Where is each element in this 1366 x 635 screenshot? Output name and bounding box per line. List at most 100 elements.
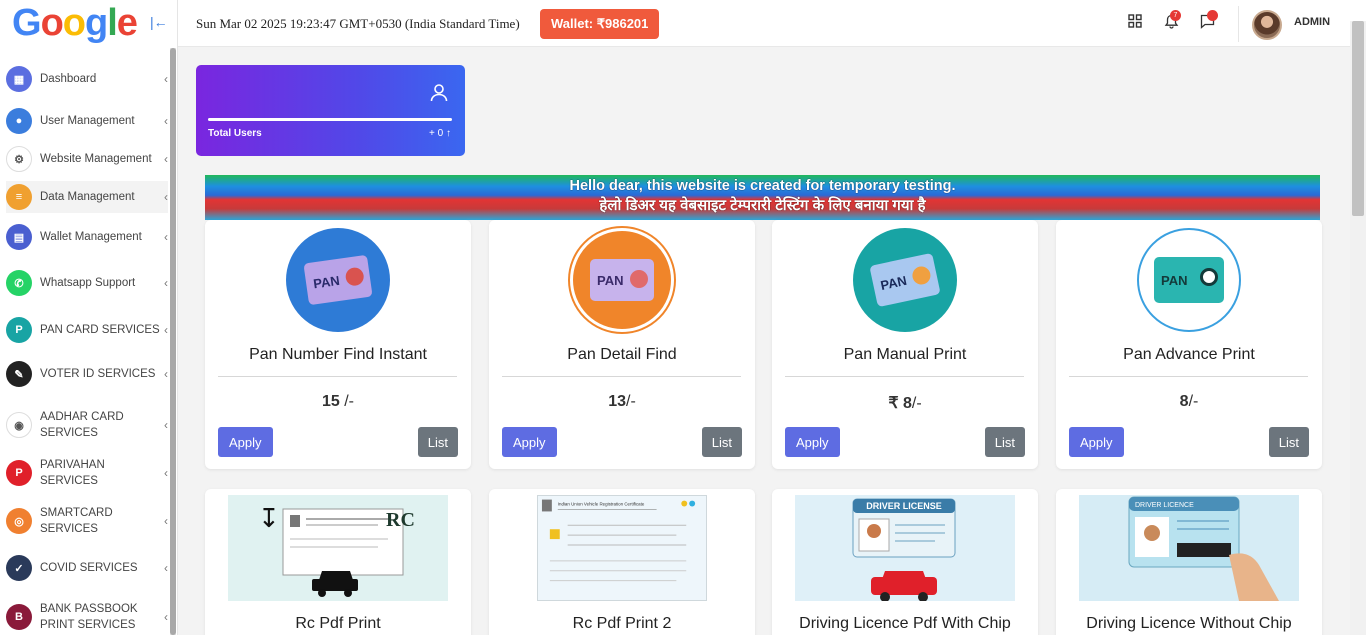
main-content: Total Users + 0 ↑ Hello dear, this websi… xyxy=(178,47,1350,635)
page-scrollbar[interactable] xyxy=(1350,21,1366,635)
chevron-left-icon: ‹ xyxy=(164,610,168,624)
service-card: Indian Union Vehicle Registration Certif… xyxy=(489,489,755,635)
wallet-badge[interactable]: Wallet: ₹986201 xyxy=(540,9,660,39)
sidebar: Google |← ▦ Dashboard ‹ ● User Management ‹ ⚙ W… xyxy=(0,0,178,635)
logo-letter: l xyxy=(107,1,118,44)
stat-label: Total Users xyxy=(208,128,262,139)
voter-icon: ✎ xyxy=(6,361,32,387)
service-title: Pan Detail Find xyxy=(567,346,677,363)
sidebar-item-parivahan-services[interactable]: P PARIVAHAN SERVICES ‹ xyxy=(6,453,168,493)
chevron-left-icon: ‹ xyxy=(164,114,168,128)
service-card: DRIVER LICENCE Driving Licence Without C… xyxy=(1056,489,1322,635)
service-title: Pan Manual Print xyxy=(843,346,967,363)
sidebar-item-aadhar-card-services[interactable]: ◉ AADHAR CARD SERVICES ‹ xyxy=(6,405,168,445)
chevron-left-icon: ‹ xyxy=(164,514,168,528)
driving-licence-chip-image: DRIVER LICENSE xyxy=(795,495,1015,601)
pan-icon: P xyxy=(6,317,32,343)
covid-icon: ✓ xyxy=(6,555,32,581)
apply-button[interactable]: Apply xyxy=(502,427,557,457)
svg-text:Indian Union Vehicle Registrat: Indian Union Vehicle Registration Certif… xyxy=(558,502,645,507)
apply-button[interactable]: Apply xyxy=(1069,427,1124,457)
sidebar-item-dashboard[interactable]: ▦ Dashboard ‹ xyxy=(6,63,168,95)
banner-english: Hello dear, this website is created for … xyxy=(569,178,956,194)
whatsapp-icon: ✆ xyxy=(6,270,32,296)
chevron-left-icon: ‹ xyxy=(164,367,168,381)
chevron-left-icon: ‹ xyxy=(164,190,168,204)
sidebar-item-label: Whatsapp Support xyxy=(40,277,136,289)
service-price: 13/- xyxy=(608,393,636,410)
sidebar-item-label: User Management xyxy=(40,115,135,127)
sidebar-item-label: AADHAR CARD SERVICES xyxy=(40,411,124,439)
service-title: Rc Pdf Print xyxy=(295,615,381,632)
driving-licence-no-chip-image: DRIVER LICENCE xyxy=(1079,495,1299,601)
sidebar-scroll-thumb[interactable] xyxy=(170,48,176,635)
dashboard-icon: ▦ xyxy=(6,66,32,92)
svg-text:DRIVER LICENCE: DRIVER LICENCE xyxy=(1135,502,1194,509)
chevron-left-icon: ‹ xyxy=(164,230,168,244)
top-header: Sun Mar 02 2025 19:23:47 GMT+0530 (India… xyxy=(178,0,1366,47)
sidebar-item-voter-id-services[interactable]: ✎ VOTER ID SERVICES ‹ xyxy=(6,357,168,391)
sidebar-item-wallet-management[interactable]: ▤ Wallet Management ‹ xyxy=(6,221,168,253)
sidebar-item-website-management[interactable]: ⚙ Website Management ‹ xyxy=(6,145,168,173)
service-title: Pan Advance Print xyxy=(1123,346,1255,363)
sidebar-item-user-management[interactable]: ● User Management ‹ xyxy=(6,105,168,137)
service-title: Pan Number Find Instant xyxy=(249,346,427,363)
parivahan-icon: P xyxy=(6,460,32,486)
list-button[interactable]: List xyxy=(984,427,1025,457)
admin-name[interactable]: ADMIN xyxy=(1294,16,1330,28)
service-price: 15 /- xyxy=(321,393,354,410)
pan-card-image: PAN xyxy=(303,254,373,306)
pan-card-image: PAN xyxy=(1154,257,1224,303)
service-title: Driving Licence Pdf With Chip xyxy=(799,615,1011,632)
card-separator xyxy=(218,376,457,377)
announcement-banner: Hello dear, this website is created for … xyxy=(205,175,1320,220)
service-title: Rc Pdf Print 2 xyxy=(572,615,672,632)
apply-button[interactable]: Apply xyxy=(785,427,840,457)
notification-count-badge: 7 xyxy=(1170,10,1181,21)
user-icon: ● xyxy=(6,108,32,134)
service-price: 8/- xyxy=(1179,393,1199,410)
gear-icon: ⚙ xyxy=(6,146,32,172)
service-card: PAN Pan Manual Print ₹ 8/- Apply List xyxy=(772,220,1038,469)
card-separator xyxy=(502,376,741,377)
logo-letter: e xyxy=(116,1,138,44)
sidebar-item-bank-passbook-print-services[interactable]: B BANK PASSBOOK PRINT SERVICES ‹ xyxy=(6,597,168,635)
total-users-card[interactable]: Total Users + 0 ↑ xyxy=(196,65,465,156)
chevron-left-icon: ‹ xyxy=(164,72,168,86)
rc-pdf-2-image: Indian Union Vehicle Registration Certif… xyxy=(537,495,707,601)
svg-text:↧: ↧ xyxy=(258,503,280,533)
data-icon: ≡ xyxy=(6,184,32,210)
pan-find-image: PAN xyxy=(286,228,390,332)
stat-progress-bar xyxy=(208,118,452,121)
list-button[interactable]: List xyxy=(1268,427,1309,457)
sidebar-item-pan-card-services[interactable]: P PAN CARD SERVICES ‹ xyxy=(6,313,168,347)
sidebar-item-data-management[interactable]: ≡ Data Management ‹ xyxy=(6,181,168,213)
logo-text: Google xyxy=(12,1,138,45)
sidebar-item-whatsapp-support[interactable]: ✆ Whatsapp Support ‹ xyxy=(6,267,168,299)
sidebar-item-smartcard-services[interactable]: ◎ SMARTCARD SERVICES ‹ xyxy=(6,501,168,541)
service-price: ₹ 8/- xyxy=(888,395,922,412)
list-button[interactable]: List xyxy=(701,427,742,457)
pan-card-image: PAN xyxy=(869,252,941,308)
sidebar-item-covid-services[interactable]: ✓ COVID SERVICES ‹ xyxy=(6,551,168,585)
page-scroll-thumb[interactable] xyxy=(1352,21,1364,216)
bank-icon: B xyxy=(6,604,32,630)
service-card: DRIVER LICENSE Driving Licence Pdf With … xyxy=(772,489,1038,635)
logo-letter: g xyxy=(85,1,108,44)
service-card: ↧ RC Rc Pdf Print xyxy=(205,489,471,635)
list-button[interactable]: List xyxy=(417,427,458,457)
apps-grid-icon[interactable] xyxy=(1128,14,1142,32)
message-badge xyxy=(1207,10,1218,21)
avatar[interactable] xyxy=(1252,10,1282,40)
sidebar-item-label: Website Management xyxy=(40,153,152,165)
sidebar-item-label: Dashboard xyxy=(40,73,97,85)
service-title: Driving Licence Without Chip xyxy=(1086,615,1292,632)
datetime: Sun Mar 02 2025 19:23:47 GMT+0530 (India… xyxy=(196,16,520,31)
logo-letter: G xyxy=(12,1,42,44)
apply-button[interactable]: Apply xyxy=(218,427,273,457)
sidebar-scrollbar[interactable] xyxy=(170,48,176,635)
logo-letter: o xyxy=(40,1,64,44)
sidebar-item-label: PARIVAHAN SERVICES xyxy=(40,459,105,487)
card-separator xyxy=(1069,376,1308,377)
collapse-sidebar-icon[interactable]: |← xyxy=(150,14,168,30)
